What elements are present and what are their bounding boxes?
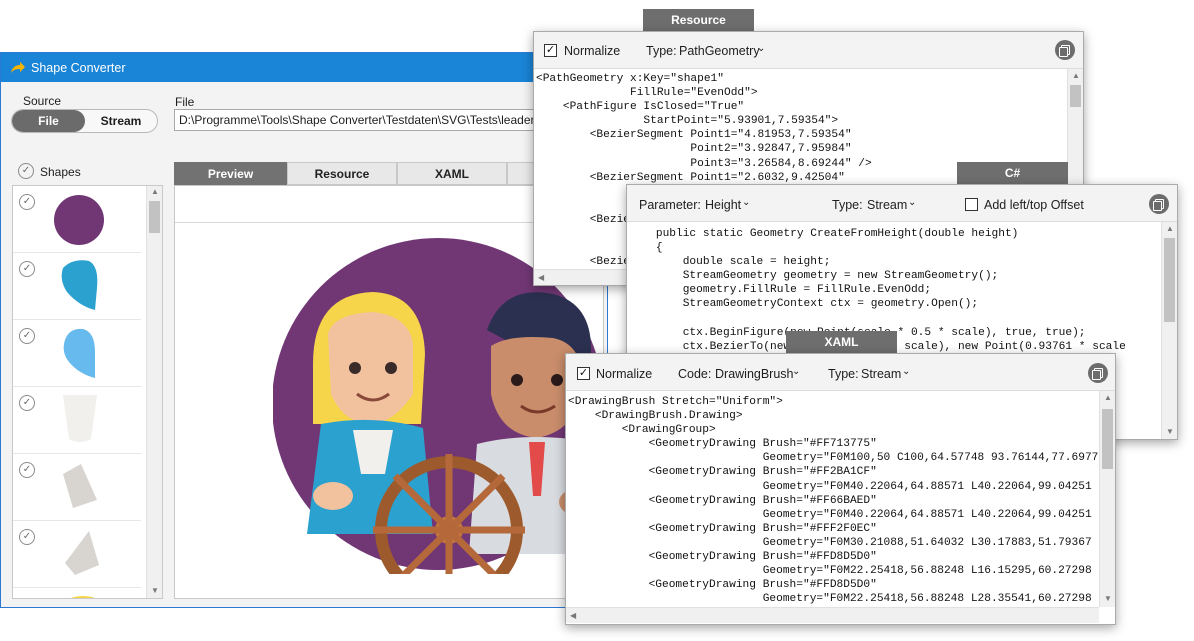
code-label: Code: xyxy=(678,367,712,381)
item-check-icon[interactable]: ✓ xyxy=(19,328,35,344)
normalize-label: Normalize xyxy=(564,44,621,58)
type-dropdown[interactable]: Stream xyxy=(861,367,901,381)
tab-xaml[interactable]: XAML xyxy=(397,162,507,185)
tab-resource[interactable]: Resource xyxy=(287,162,397,185)
source-label: Source xyxy=(23,94,62,108)
list-item[interactable]: ✓ xyxy=(13,320,141,387)
source-file-option[interactable]: File xyxy=(12,110,85,132)
main-window: Shape Converter Source File Stream File … xyxy=(0,52,614,608)
list-item[interactable]: ✓ xyxy=(13,387,141,454)
item-check-icon[interactable]: ✓ xyxy=(19,529,35,545)
type-dropdown[interactable]: PathGeometry xyxy=(679,44,760,58)
xaml-hscrollbar[interactable]: ◀ xyxy=(566,607,1099,623)
chevron-down-icon[interactable]: ⌄ xyxy=(757,43,765,54)
list-item[interactable]: ✓ xyxy=(13,186,141,253)
shapes-check-icon[interactable]: ✓ xyxy=(18,163,34,179)
shapes-scrollbar[interactable]: ▲ ▼ xyxy=(146,186,162,598)
xaml-code[interactable]: <DrawingBrush Stretch="Uniform"> <Drawin… xyxy=(568,395,1099,607)
resource-panel-tab[interactable]: Resource xyxy=(643,9,754,31)
scroll-up-icon[interactable]: ▲ xyxy=(1166,224,1174,233)
tab-preview[interactable]: Preview xyxy=(174,162,287,185)
chevron-down-icon[interactable]: ⌄ xyxy=(902,366,910,377)
view-tabs: Preview Resource XAML xyxy=(174,162,537,185)
shapes-list[interactable]: ✓ ✓ ✓ ✓ ✓ ✓ ▲ ▼ xyxy=(12,185,163,599)
shape-thumbnail xyxy=(63,464,97,508)
title-bar[interactable]: Shape Converter xyxy=(1,53,607,82)
chevron-down-icon[interactable]: ⌄ xyxy=(742,197,750,208)
shape-thumbnail xyxy=(63,328,95,378)
source-stream-option[interactable]: Stream xyxy=(85,110,157,132)
normalize-checkbox[interactable]: ✓ xyxy=(544,44,557,57)
shape-thumbnail xyxy=(63,395,97,442)
scroll-down-icon[interactable]: ▼ xyxy=(1104,594,1112,603)
scroll-up-icon[interactable]: ▲ xyxy=(151,187,159,196)
xaml-vscrollbar[interactable]: ▲ ▼ xyxy=(1099,391,1115,607)
item-check-icon[interactable]: ✓ xyxy=(19,194,35,210)
shape-thumbnail xyxy=(65,531,99,575)
xaml-panel-header: ✓ Normalize Code: DrawingBrush ⌄ Type: S… xyxy=(566,354,1115,391)
scroll-thumb[interactable] xyxy=(149,201,160,233)
normalize-checkbox[interactable]: ✓ xyxy=(577,367,590,380)
scroll-up-icon[interactable]: ▲ xyxy=(1104,393,1112,402)
xaml-panel: ✓ Normalize Code: DrawingBrush ⌄ Type: S… xyxy=(565,353,1116,625)
shape-thumbnail xyxy=(61,260,98,310)
type-label: Type: xyxy=(832,198,863,212)
app-arrow-icon xyxy=(11,62,25,73)
type-label: Type: xyxy=(646,44,677,58)
scroll-thumb[interactable] xyxy=(1164,238,1175,322)
window-title: Shape Converter xyxy=(31,61,126,75)
csharp-panel-tab[interactable]: C# xyxy=(957,162,1068,184)
copy-icon[interactable] xyxy=(1088,363,1108,383)
code-dropdown[interactable]: DrawingBrush xyxy=(715,367,794,381)
scroll-thumb[interactable] xyxy=(1070,85,1081,107)
parameter-label: Parameter: xyxy=(639,198,701,212)
copy-icon[interactable] xyxy=(1055,40,1075,60)
type-dropdown[interactable]: Stream xyxy=(867,198,907,212)
parameter-dropdown[interactable]: Height xyxy=(705,198,741,212)
shape-thumbnail xyxy=(54,195,104,245)
file-label: File xyxy=(175,95,195,109)
item-check-icon[interactable]: ✓ xyxy=(19,261,35,277)
chevron-down-icon[interactable]: ⌄ xyxy=(908,197,916,208)
scroll-up-icon[interactable]: ▲ xyxy=(1072,71,1080,80)
xaml-panel-tab[interactable]: XAML xyxy=(786,331,897,353)
scroll-down-icon[interactable]: ▼ xyxy=(1166,427,1174,436)
item-check-icon[interactable]: ✓ xyxy=(19,462,35,478)
shape-thumbnail xyxy=(71,596,95,598)
list-item[interactable] xyxy=(13,588,141,598)
item-check-icon[interactable]: ✓ xyxy=(19,395,35,411)
list-item[interactable]: ✓ xyxy=(13,253,141,320)
csharp-vscrollbar[interactable]: ▲ ▼ xyxy=(1161,222,1177,439)
copy-icon[interactable] xyxy=(1149,194,1169,214)
resource-panel-header: ✓ Normalize Type: PathGeometry ⌄ xyxy=(534,32,1083,69)
offset-label: Add left/top Offset xyxy=(984,198,1084,212)
scroll-down-icon[interactable]: ▼ xyxy=(151,586,159,595)
scroll-left-icon[interactable]: ◀ xyxy=(538,273,544,282)
chevron-down-icon[interactable]: ⌄ xyxy=(792,366,800,377)
type-label: Type: xyxy=(828,367,859,381)
normalize-label: Normalize xyxy=(596,367,653,381)
offset-checkbox[interactable] xyxy=(965,198,978,211)
shapes-label: Shapes xyxy=(40,165,81,179)
list-item[interactable]: ✓ xyxy=(13,454,141,521)
source-toggle[interactable]: File Stream xyxy=(11,109,158,133)
scroll-thumb[interactable] xyxy=(1102,409,1113,469)
csharp-panel-header: Parameter: Height ⌄ Type: Stream ⌄ Add l… xyxy=(627,185,1177,222)
list-item[interactable]: ✓ xyxy=(13,521,141,588)
scroll-left-icon[interactable]: ◀ xyxy=(570,611,576,620)
